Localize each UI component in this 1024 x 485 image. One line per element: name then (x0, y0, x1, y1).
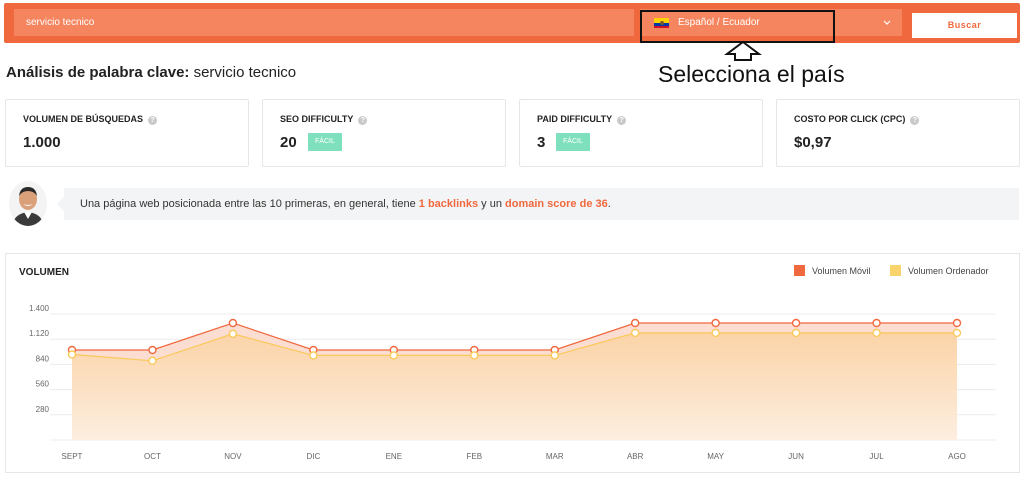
page-title: Análisis de palabra clave: servicio tecn… (6, 64, 296, 81)
x-tick-label: MAY (707, 452, 724, 461)
metric-card-cpc: COSTO POR CLICK (CPC)? $0,97 (776, 99, 1020, 167)
metric-card-paid-difficulty: PAID DIFFICULTY? 3 FÁCIL (519, 99, 763, 167)
tip-banner: Una página web posicionada entre las 10 … (57, 188, 1019, 220)
mobile-data-point (791, 318, 801, 328)
desktop-data-point (630, 328, 640, 338)
y-tick-label: 840 (36, 354, 50, 363)
metric-label: VOLUMEN DE BÚSQUEDAS (23, 114, 144, 124)
x-tick-label: JUN (788, 452, 804, 461)
mobile-data-point (711, 318, 720, 328)
avatar (9, 181, 47, 226)
mobile-data-point (872, 318, 881, 328)
x-tick-label: ABR (627, 452, 644, 461)
x-tick-label: DIC (306, 452, 320, 461)
metric-value: 20 (280, 134, 297, 151)
metric-card-seo-difficulty: SEO DIFFICULTY? 20 FÁCIL (262, 99, 506, 167)
metric-card-search-volume: VOLUMEN DE BÚSQUEDAS? 1.000 (5, 99, 249, 167)
chevron-down-icon (883, 20, 891, 25)
volume-chart-panel: VOLUMEN Volumen Móvil Volumen Ordenador … (5, 253, 1020, 473)
x-tick-label: SEPT (62, 452, 83, 461)
difficulty-badge: FÁCIL (556, 133, 590, 151)
x-tick-label: FEB (466, 452, 482, 461)
desktop-data-point (711, 328, 720, 338)
desktop-data-point (148, 356, 157, 366)
desktop-data-point (389, 351, 399, 360)
search-bar: servicio tecnico Español / Ecuador Busca… (4, 3, 1020, 43)
y-tick-label: 1.120 (29, 329, 50, 338)
tip-text: y un (478, 198, 506, 210)
annotation-line-1: Selecciona el país (658, 61, 845, 87)
difficulty-badge: FÁCIL (308, 133, 342, 151)
x-tick-label: OCT (144, 452, 161, 461)
x-tick-label: MAR (546, 452, 564, 461)
tip-text: Una página web posicionada entre las 10 … (80, 198, 419, 210)
domain-score-highlight: domain score de 36 (505, 198, 608, 210)
desktop-data-point (952, 328, 962, 338)
mobile-data-point (148, 345, 157, 355)
desktop-data-point (791, 328, 801, 338)
desktop-data-point (309, 351, 318, 360)
metric-label: SEO DIFFICULTY (280, 114, 354, 124)
desktop-data-point (67, 350, 77, 359)
help-icon[interactable]: ? (148, 116, 158, 125)
x-tick-label: JUL (869, 452, 884, 461)
page-title-prefix: Análisis de palabra clave: (6, 64, 190, 81)
mobile-data-point (228, 318, 238, 328)
metric-label: PAID DIFFICULTY (537, 114, 613, 124)
y-tick-label: 280 (36, 405, 50, 414)
volume-chart: 280 560 840 1.120 1.400 SEPT OCT NOV DIC ENE FEB MA… (29, 304, 996, 461)
desktop-data-point (228, 329, 238, 339)
desktop-area (72, 332, 957, 440)
desktop-data-point (872, 328, 881, 338)
help-icon[interactable]: ? (910, 116, 920, 125)
y-tick-label: 560 (36, 380, 50, 389)
mobile-data-point (952, 318, 962, 328)
search-button[interactable]: Buscar (912, 13, 1017, 38)
backlinks-highlight: 1 backlinks (418, 198, 479, 210)
y-tick-label: 1.400 (29, 304, 50, 313)
tip-text: . (607, 198, 611, 210)
metric-value: 3 (537, 134, 546, 151)
x-tick-label: ENE (386, 452, 402, 461)
page-title-keyword: servicio tecnico (193, 64, 297, 81)
annotation-highlight-box (640, 10, 835, 43)
desktop-data-point (550, 351, 559, 360)
metric-label: COSTO POR CLICK (CPC) (794, 114, 906, 124)
metric-value: $0,97 (794, 134, 832, 151)
mobile-data-point (630, 318, 640, 328)
help-icon[interactable]: ? (358, 116, 368, 125)
help-icon[interactable]: ? (617, 116, 627, 125)
x-tick-label: AGO (948, 452, 966, 461)
desktop-data-point (470, 351, 479, 360)
keyword-input[interactable]: servicio tecnico (14, 9, 634, 36)
metric-value: 1.000 (23, 134, 61, 151)
x-tick-label: NOV (224, 452, 242, 461)
